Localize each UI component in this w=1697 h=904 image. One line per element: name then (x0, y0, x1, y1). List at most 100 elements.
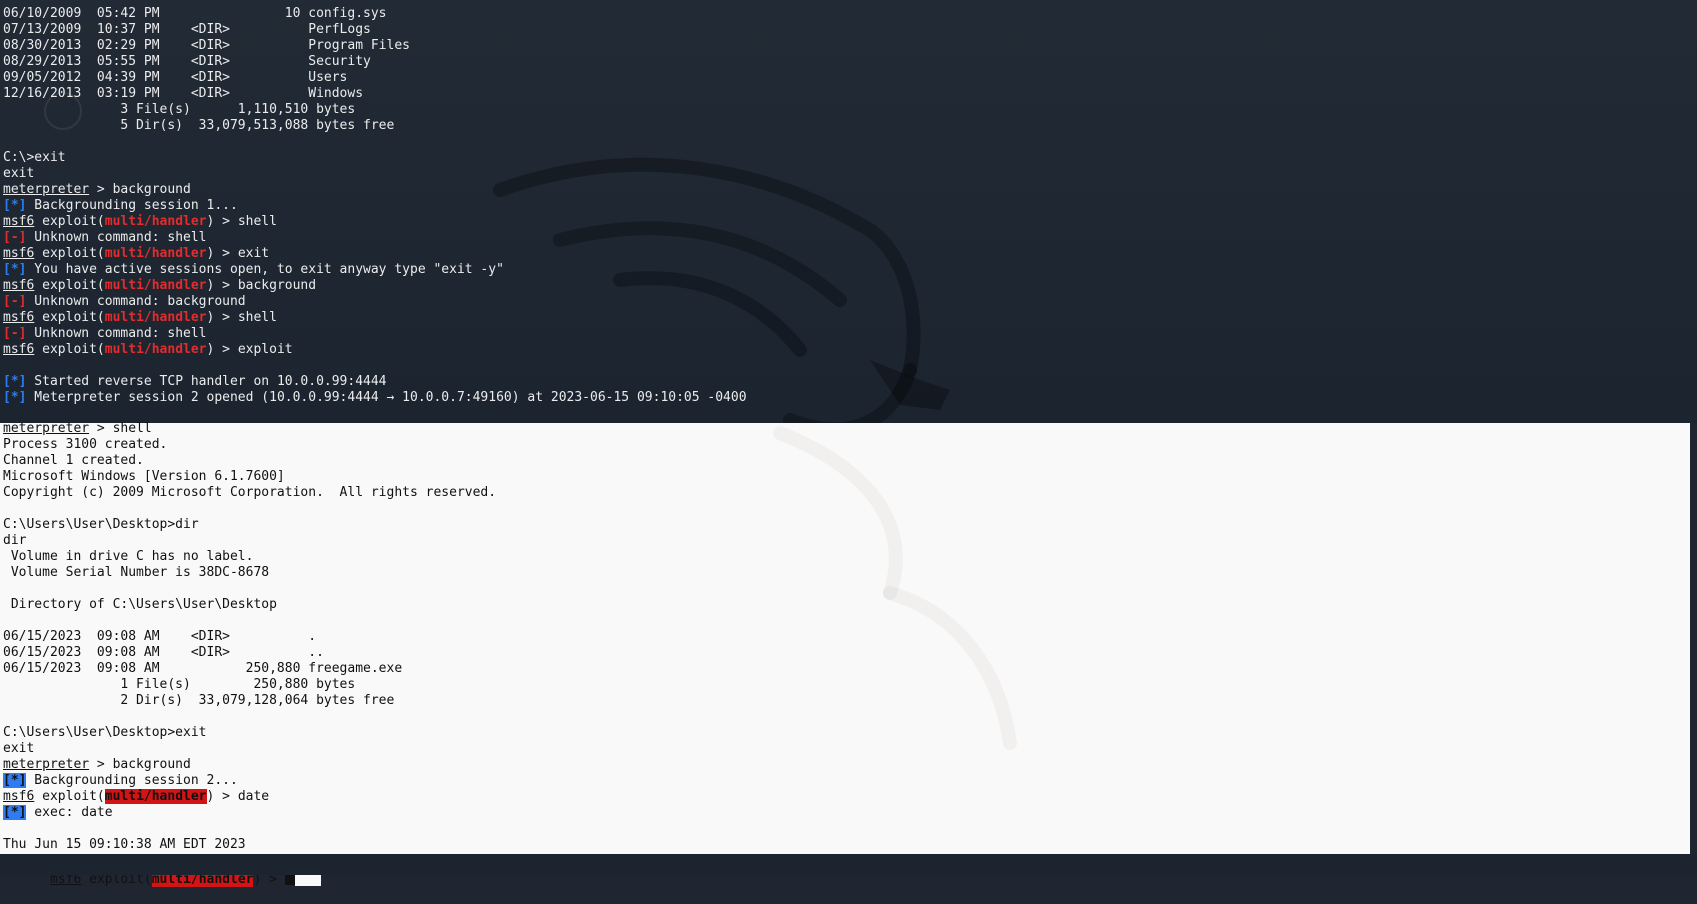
dark-output-line: 12/16/2013 03:19 PM <DIR> Windows (3, 86, 747, 102)
line-segment: Copyright (c) 2009 Microsoft Corporation… (3, 485, 497, 500)
light-output-line (3, 501, 496, 517)
light-output-line (3, 821, 496, 837)
line-segment: Backgrounding session 1... (26, 198, 238, 213)
line-segment: meterpreter (3, 182, 90, 197)
line-segment: exit (3, 741, 35, 756)
line-segment: C:\>exit (3, 150, 66, 165)
line-segment: [*] (3, 262, 27, 277)
line-segment: Unknown command: shell (26, 326, 207, 341)
line-segment: Unknown command: shell (26, 230, 207, 245)
line-segment: ) > background (206, 278, 317, 293)
dark-output-line: msf6 exploit(multi/handler) > background (3, 278, 747, 294)
dark-output-line: meterpreter > background (3, 182, 747, 198)
dark-output-line: msf6 exploit(multi/handler) > shell (3, 310, 747, 326)
dark-output-lines: 06/10/2009 05:42 PM 10 config.sys 07/13/2… (3, 6, 747, 422)
line-segment: Volume in drive C has no label. (3, 549, 254, 564)
line-segment: 06/15/2023 09:08 AM <DIR> .. (3, 645, 324, 660)
line-segment: Unknown command: background (26, 294, 246, 309)
light-output-line: 2 Dir(s) 33,079,128,064 bytes free (3, 693, 496, 709)
line-segment: Directory of C:\Users\User\Desktop (3, 597, 277, 612)
dark-output-line: 06/10/2009 05:42 PM 10 config.sys (3, 6, 747, 22)
line-segment: exploit( (34, 310, 105, 325)
line-segment: multi/handler (104, 342, 207, 357)
line-segment: exploit( (34, 246, 105, 261)
light-output-line: Volume in drive C has no label. (3, 549, 496, 565)
terminal-footer (0, 854, 1697, 875)
line-segment: [*] (3, 805, 27, 820)
dark-output-line: msf6 exploit(multi/handler) > exploit (3, 342, 747, 358)
dark-output-line: [-] Unknown command: background (3, 294, 747, 310)
dark-output-line: msf6 exploit(multi/handler) > shell (3, 214, 747, 230)
kali-dragon-logo-faint (773, 426, 1017, 750)
line-segment: msf6 (3, 342, 35, 357)
dark-output-line: 07/13/2009 10:37 PM <DIR> PerfLogs (3, 22, 747, 38)
line-segment: > shell (89, 421, 152, 436)
line-segment: msf6 (3, 310, 35, 325)
line-segment: Meterpreter session 2 opened (10.0.0.99:… (26, 390, 747, 405)
light-output-line: Process 3100 created. (3, 437, 496, 453)
line-segment: C:\Users\User\Desktop>exit (3, 725, 207, 740)
line-segment: exploit( (34, 214, 105, 229)
line-segment: msf6 (3, 214, 35, 229)
light-output-line: [*] Backgrounding session 2... (3, 773, 496, 789)
dark-output-line: [-] Unknown command: shell (3, 230, 747, 246)
light-output-line (3, 709, 496, 725)
line-segment: 08/29/2013 05:55 PM <DIR> Security (3, 54, 371, 69)
line-segment: [*] (3, 773, 27, 788)
line-segment: multi/handler (104, 789, 207, 804)
dark-output-line (3, 134, 747, 150)
line-segment: exploit( (34, 342, 105, 357)
light-output-line: 06/15/2023 09:08 AM <DIR> .. (3, 645, 496, 661)
line-segment: 06/15/2023 09:08 AM 250,880 freegame.exe (3, 661, 403, 676)
line-segment: [*] (3, 390, 27, 405)
line-segment: You have active sessions open, to exit a… (26, 262, 504, 277)
line-segment: Thu Jun 15 09:10:38 AM EDT 2023 (3, 837, 246, 852)
line-segment: exploit( (34, 278, 105, 293)
light-output-line: Copyright (c) 2009 Microsoft Corporation… (3, 485, 496, 501)
line-segment: dir (3, 533, 27, 548)
light-output-line: C:\Users\User\Desktop>dir (3, 517, 496, 533)
dark-output-line (3, 358, 747, 374)
line-segment: 07/13/2009 10:37 PM <DIR> PerfLogs (3, 22, 371, 37)
line-segment: 08/30/2013 02:29 PM <DIR> Program Files (3, 38, 410, 53)
line-segment: exec: date (26, 805, 113, 820)
line-segment: 5 Dir(s) 33,079,513,088 bytes free (3, 118, 395, 133)
dark-output-line: [*] Backgrounding session 1... (3, 198, 747, 214)
line-segment: exit (3, 166, 35, 181)
light-output-line: 06/15/2023 09:08 AM <DIR> . (3, 629, 496, 645)
light-output-line: 06/15/2023 09:08 AM 250,880 freegame.exe (3, 661, 496, 677)
line-segment: 3 File(s) 1,110,510 bytes (3, 102, 356, 117)
line-segment: multi/handler (104, 310, 207, 325)
dark-output-line (3, 406, 747, 422)
light-output-line: exit (3, 741, 496, 757)
light-output-line (3, 613, 496, 629)
line-segment: Microsoft Windows [Version 6.1.7600] (3, 469, 285, 484)
line-segment: [*] (3, 374, 27, 389)
light-output-line: C:\Users\User\Desktop>exit (3, 725, 496, 741)
line-segment: ) > exit (206, 246, 270, 261)
line-segment: ) > date (206, 789, 270, 804)
light-output-line: 1 File(s) 250,880 bytes (3, 677, 496, 693)
light-output-line: [*] exec: date (3, 805, 496, 821)
line-segment: msf6 (3, 789, 35, 804)
light-output-line: Channel 1 created. (3, 453, 496, 469)
dark-output-line: [*] Meterpreter session 2 opened (10.0.0… (3, 390, 747, 406)
dark-output-line: 09/05/2012 04:39 PM <DIR> Users (3, 70, 747, 86)
line-segment: 09/05/2012 04:39 PM <DIR> Users (3, 70, 348, 85)
line-segment: 1 File(s) 250,880 bytes (3, 677, 356, 692)
dark-output-line: exit (3, 166, 747, 182)
line-segment: msf6 (3, 246, 35, 261)
dark-output-line: 5 Dir(s) 33,079,513,088 bytes free (3, 118, 747, 134)
line-segment: ) > shell (206, 214, 277, 229)
line-segment: > background (89, 757, 191, 772)
dark-output-line: C:\>exit (3, 150, 747, 166)
line-segment: meterpreter (3, 421, 90, 436)
line-segment: C:\Users\User\Desktop>dir (3, 517, 199, 532)
line-segment: > background (89, 182, 191, 197)
line-segment: 06/10/2009 05:42 PM 10 config.sys (3, 6, 387, 21)
light-output-line: Microsoft Windows [Version 6.1.7600] (3, 469, 496, 485)
dark-output-line: [*] Started reverse TCP handler on 10.0.… (3, 374, 747, 390)
dark-output-line: 08/30/2013 02:29 PM <DIR> Program Files (3, 38, 747, 54)
line-segment: [-] (3, 294, 27, 309)
line-segment: meterpreter (3, 757, 90, 772)
